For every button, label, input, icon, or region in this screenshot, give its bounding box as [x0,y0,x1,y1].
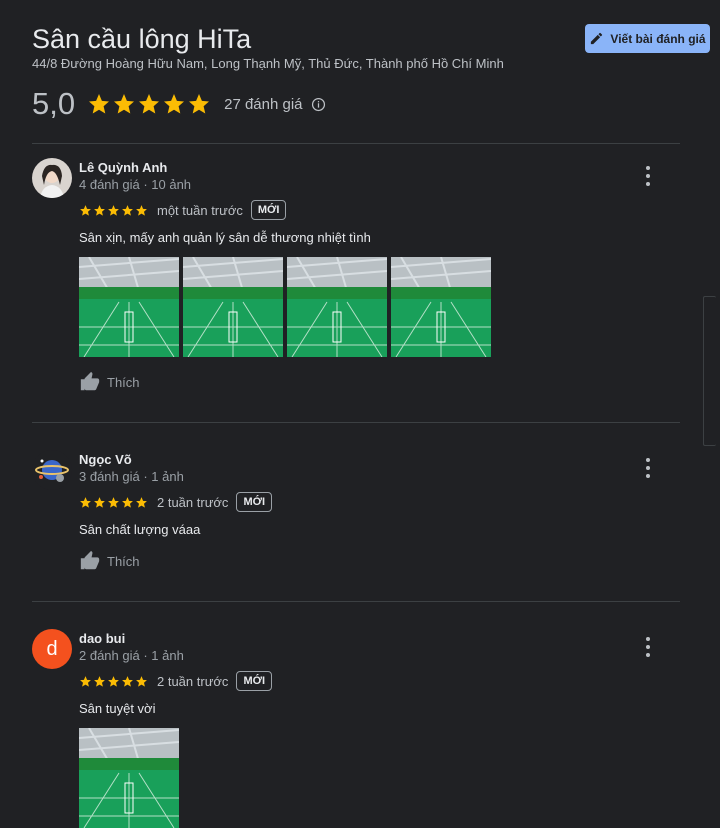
review-stars [79,675,149,688]
more-options-icon[interactable] [640,166,656,186]
review-rating: 2 tuần trước MỚI [79,671,273,691]
star-icon [162,92,186,116]
like-label: Thích [107,553,140,569]
review-time: 2 tuần trước [157,494,229,510]
review-time: một tuần trước [157,202,243,218]
divider [32,422,680,423]
avatar-letter: d [46,637,58,660]
review-count[interactable]: 27 đánh giá [224,96,302,113]
review-stars [79,496,149,509]
review-time: 2 tuần trước [157,673,229,689]
reviewer-meta: 3 đánh giá · 1 ảnh [79,469,184,484]
review-rating: 2 tuần trước MỚI [79,492,273,512]
like-button[interactable]: Thích [79,550,140,572]
review-rating: một tuần trước MỚI [79,200,287,220]
reviewer-meta: 2 đánh giá · 1 ảnh [79,648,184,663]
thumbs-up-icon [79,550,101,572]
avatar[interactable] [32,158,72,198]
star-icon [121,204,134,217]
star-icon [93,496,106,509]
place-title: Sân cầu lông HiTa [32,24,252,54]
thumbs-up-icon [79,371,101,393]
star-icon [112,92,136,116]
review-photos [79,728,179,828]
more-options-icon[interactable] [640,637,656,657]
divider [32,601,680,602]
scrollbar[interactable] [703,296,716,446]
star-icon [93,204,106,217]
write-review-label: Viết bài đánh giá [610,31,706,46]
rating-summary: 5,0 27 đánh giá [32,86,326,122]
review-photo[interactable] [79,257,179,357]
place-address: 44/8 Đường Hoàng Hữu Nam, Long Thạnh Mỹ,… [32,56,504,71]
review-text: Sân tuyệt vời [79,701,156,716]
info-icon[interactable] [311,97,326,112]
review-text: Sân xịn, mấy anh quản lý sân dễ thương n… [79,230,371,245]
star-icon [79,496,92,509]
star-icon [79,675,92,688]
reviewer-name[interactable]: Ngọc Võ [79,452,132,467]
like-label: Thích [107,374,140,390]
star-icon [135,675,148,688]
new-badge: MỚI [236,492,273,512]
star-icon [107,675,120,688]
review-stars [79,204,149,217]
pencil-icon [591,32,603,45]
review-photos [79,257,491,357]
new-badge: MỚI [236,671,273,691]
rating-stars [87,92,212,116]
like-button[interactable]: Thích [79,371,140,393]
review-photo[interactable] [183,257,283,357]
reviewer-name[interactable]: Lê Quỳnh Anh [79,160,167,175]
avatar[interactable] [32,450,72,490]
rating-value: 5,0 [32,86,76,121]
more-options-icon[interactable] [640,458,656,478]
star-icon [87,92,111,116]
star-icon [135,204,148,217]
review-text: Sân chất lượng váaa [79,522,201,537]
avatar[interactable]: d [32,629,72,669]
new-badge: MỚI [250,200,287,220]
star-icon [107,496,120,509]
reviewer-name[interactable]: dao bui [79,631,125,646]
review-photo[interactable] [287,257,387,357]
review-photo[interactable] [391,257,491,357]
star-icon [107,204,120,217]
review-photo[interactable] [79,728,179,828]
star-icon [79,204,92,217]
star-icon [137,92,161,116]
write-review-button[interactable]: Viết bài đánh giá [585,24,710,53]
star-icon [135,496,148,509]
star-icon [187,92,211,116]
divider [32,143,680,144]
star-icon [121,675,134,688]
star-icon [93,675,106,688]
star-icon [121,496,134,509]
reviewer-meta: 4 đánh giá · 10 ảnh [79,177,192,192]
